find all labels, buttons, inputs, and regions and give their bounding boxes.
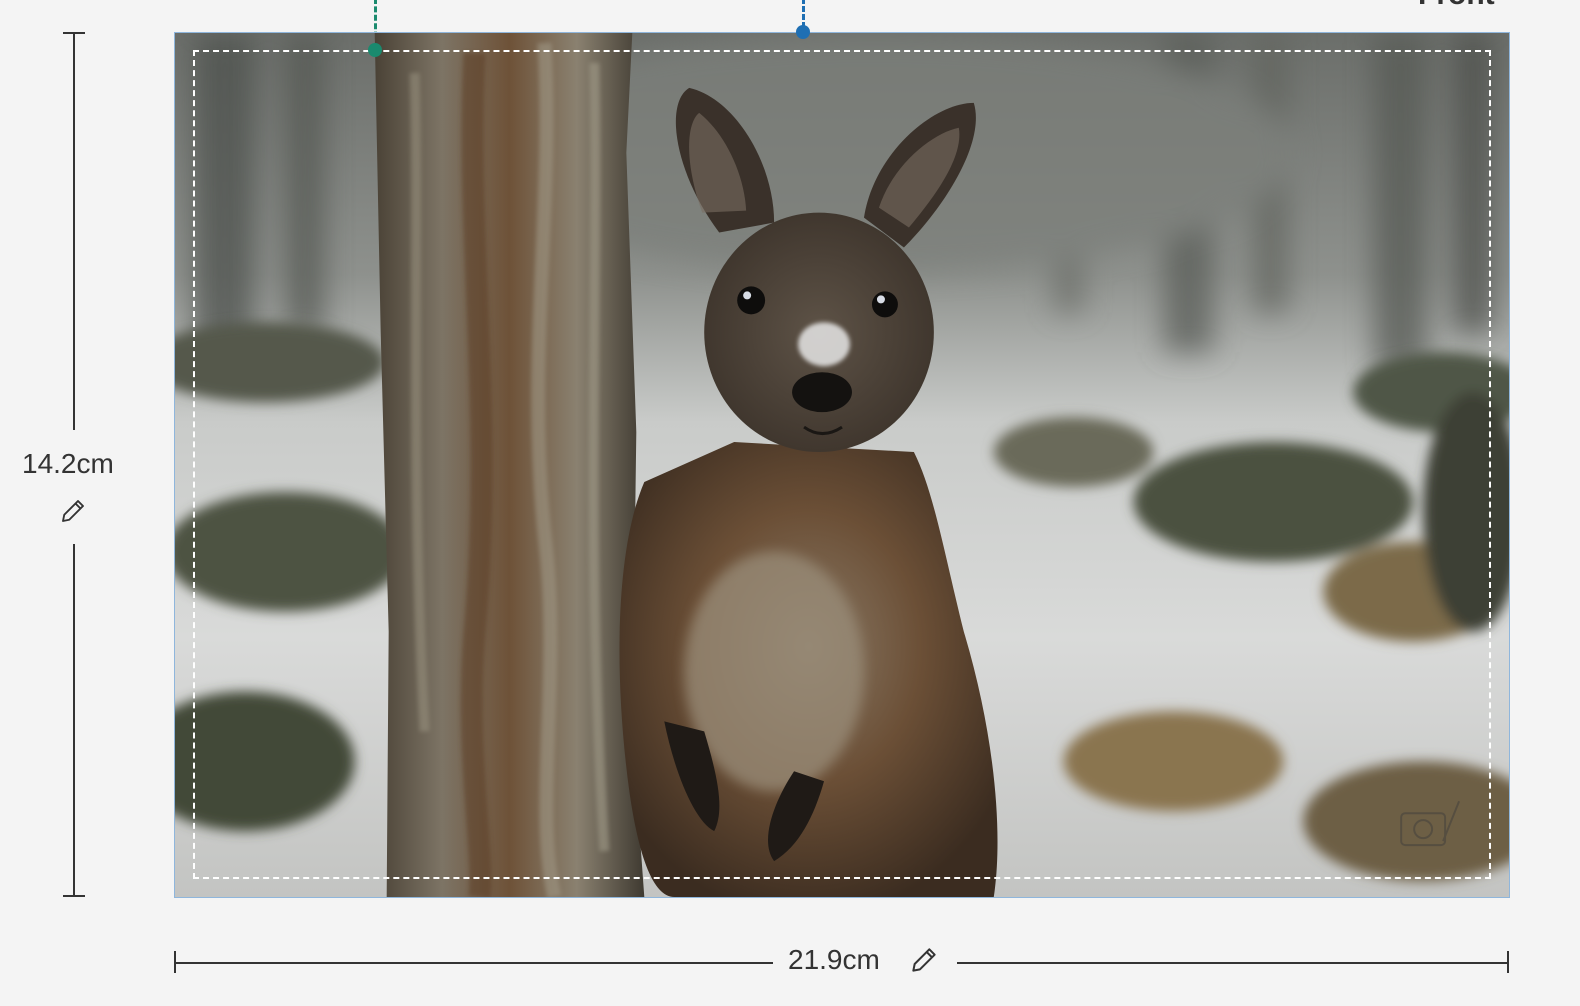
photo-frame[interactable]	[174, 32, 1510, 898]
height-ruler-line	[73, 32, 75, 430]
width-ruler-line	[957, 962, 1508, 964]
side-label: Front	[1418, 0, 1495, 12]
print-layout-canvas: Front	[0, 0, 1580, 1006]
width-ruler-cap-right	[1507, 951, 1509, 973]
pencil-icon[interactable]	[908, 944, 940, 976]
center-guide-line[interactable]	[802, 0, 805, 28]
width-ruler-line	[175, 962, 773, 964]
center-guide-handle[interactable]	[796, 25, 810, 39]
height-ruler-line	[73, 544, 75, 896]
wallaby-photo	[175, 33, 1509, 897]
height-value: 14.2cm	[22, 448, 114, 479]
left-guide-handle[interactable]	[368, 43, 382, 57]
pencil-icon[interactable]	[58, 496, 88, 526]
height-ruler-cap-bottom	[63, 895, 85, 897]
width-value: 21.9cm	[788, 944, 880, 975]
